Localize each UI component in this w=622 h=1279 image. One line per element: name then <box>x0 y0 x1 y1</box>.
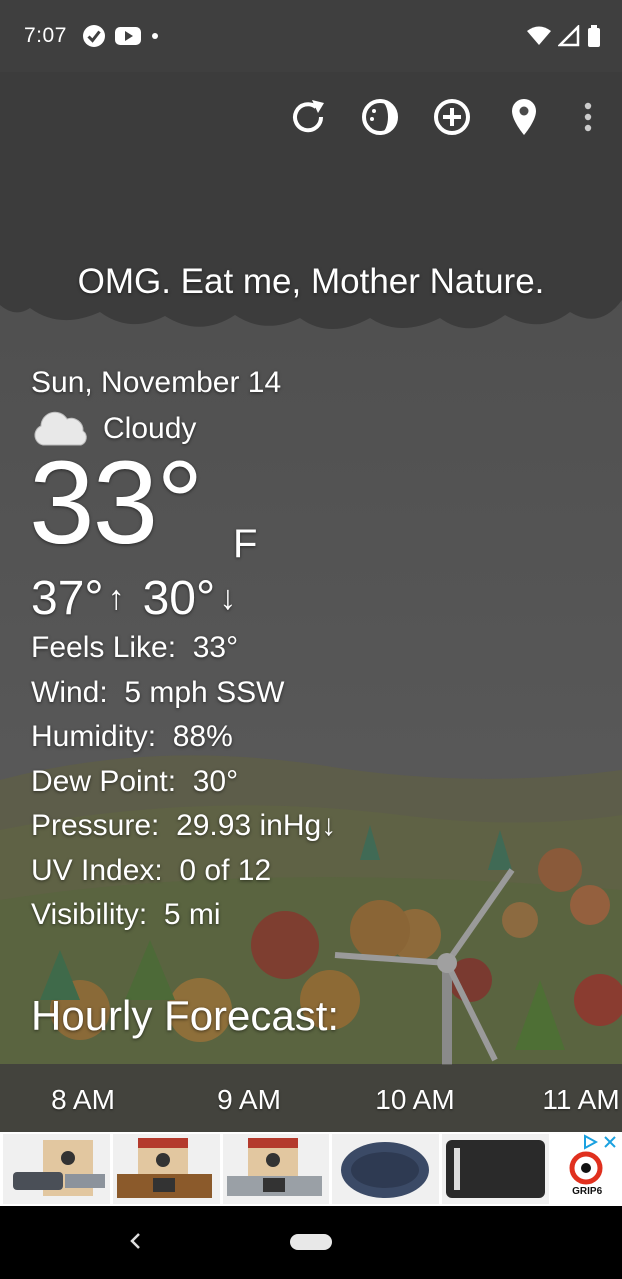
detail-value: 88% <box>172 720 233 753</box>
more-vert-icon <box>584 102 592 132</box>
ad-product-image[interactable] <box>442 1134 550 1204</box>
add-location-icon <box>434 99 470 135</box>
current-date: Sun, November 14 <box>31 366 282 399</box>
hour-label[interactable]: 9 AM <box>184 1084 314 1116</box>
hour-label[interactable]: 10 AM <box>350 1084 480 1116</box>
wifi-icon <box>527 26 551 45</box>
detail-label: Wind: <box>31 675 108 709</box>
status-notification-icons <box>82 24 160 48</box>
detail-label: Visibility: <box>31 898 148 931</box>
detail-feels-like: Feels Like: 33° <box>31 626 591 671</box>
ad-product-image[interactable] <box>222 1134 330 1204</box>
detail-value: 33° <box>192 631 239 664</box>
youtube-icon <box>115 27 141 45</box>
detail-label: Humidity: <box>31 720 157 753</box>
detail-value: 5 mph SSW <box>124 675 285 709</box>
back-button[interactable] <box>120 1226 150 1256</box>
location-pin-icon <box>512 99 536 135</box>
ad-banner[interactable]: GRIP6 <box>0 1132 622 1206</box>
details-list: Feels Like: 33° Wind: 5 mph SSW Humidity… <box>31 626 591 938</box>
detail-value: 30° <box>192 764 239 798</box>
hourly-forecast-title: Hourly Forecast: <box>31 992 340 1039</box>
detail-wind: Wind: 5 mph SSW <box>31 671 591 716</box>
detail-uv-index: UV Index: 0 of 12 <box>31 849 591 894</box>
location-button[interactable] <box>501 94 547 140</box>
high-low-row: 37° ↑ 30° ↓ <box>31 570 591 626</box>
theme-icon <box>362 99 398 135</box>
detail-label: Dew Point: <box>31 764 177 798</box>
current-temperature: 33° <box>29 437 203 569</box>
high-temp: 37° <box>31 571 104 625</box>
adchoices-icon[interactable] <box>582 1134 598 1150</box>
hourly-forecast-strip[interactable]: 8 AM 9 AM 10 AM 11 AM <box>0 1064 622 1132</box>
signal-icon <box>558 25 580 47</box>
detail-value: 0 of 12 <box>179 853 272 887</box>
detail-label: Feels Like: <box>31 631 177 664</box>
temperature-row: 33° F <box>29 444 591 570</box>
hour-label[interactable]: 11 AM <box>516 1084 622 1116</box>
detail-dew-point: Dew Point: 30° <box>31 760 591 805</box>
status-system-icons <box>526 24 602 48</box>
close-icon[interactable] <box>602 1134 618 1150</box>
low-arrow-icon: ↓ <box>219 578 237 617</box>
ad-product-image[interactable] <box>3 1134 110 1204</box>
detail-label: Pressure: <box>31 809 160 842</box>
temperature-unit: F <box>233 522 258 566</box>
ad-brand-text: GRIP6 <box>572 1186 603 1197</box>
home-pill-button[interactable] <box>290 1234 332 1250</box>
theme-button[interactable] <box>357 94 403 140</box>
tagline: OMG. Eat me, Mother Nature. <box>77 262 545 301</box>
detail-label: UV Index: <box>31 853 163 887</box>
refresh-button[interactable] <box>285 94 331 140</box>
detail-pressure: Pressure: 29.93 inHg↓ <box>31 804 591 849</box>
current-weather: Sun, November 14 Cloudy 33° F 37° ↑ 30° … <box>29 366 591 938</box>
detail-value: 29.93 inHg↓ <box>176 809 337 842</box>
detail-visibility: Visibility: 5 mi <box>31 893 591 938</box>
status-time: 7:07 <box>24 24 67 47</box>
ad-controls <box>582 1134 618 1150</box>
detail-value: 5 mi <box>163 898 221 931</box>
ad-product-image[interactable] <box>112 1134 220 1204</box>
ad-product-image[interactable] <box>332 1134 440 1204</box>
hour-label[interactable]: 8 AM <box>18 1084 148 1116</box>
back-chevron-icon <box>130 1233 140 1249</box>
detail-humidity: Humidity: 88% <box>31 715 591 760</box>
status-bar: 7:07 <box>0 0 622 72</box>
refresh-icon <box>293 100 324 133</box>
battery-icon <box>588 25 600 47</box>
low-temp: 30° <box>142 571 216 625</box>
high-arrow-icon: ↑ <box>107 578 125 617</box>
app-toolbar <box>0 72 622 162</box>
more-options-button[interactable] <box>565 94 611 140</box>
dot-icon <box>152 33 158 39</box>
add-location-button[interactable] <box>429 94 475 140</box>
check-circle-icon <box>83 25 105 47</box>
